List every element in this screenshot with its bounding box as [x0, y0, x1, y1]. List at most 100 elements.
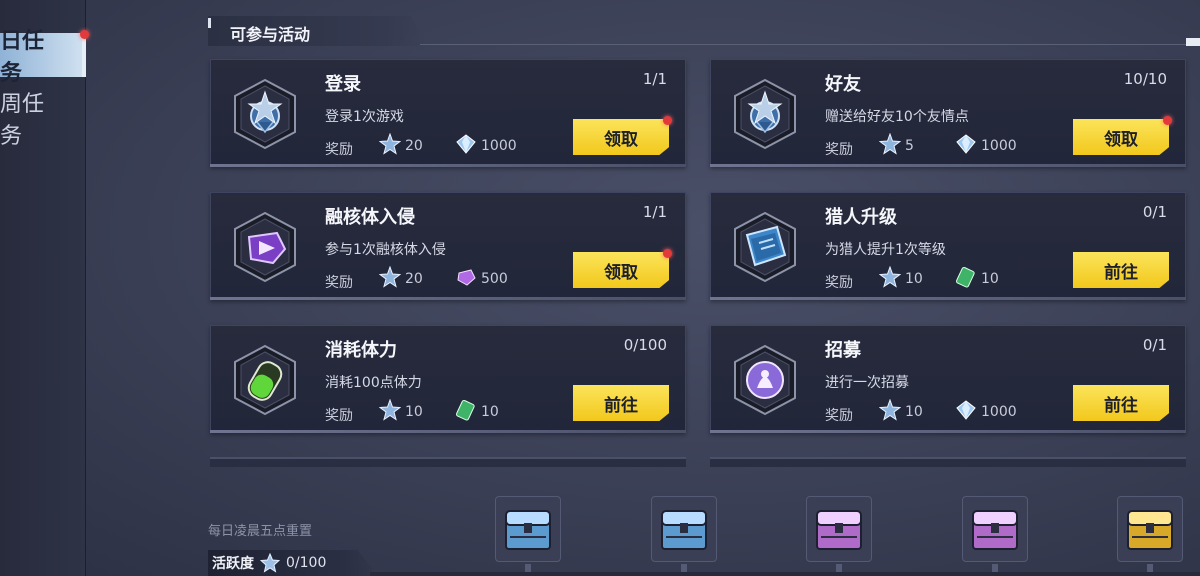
task-card-partial	[210, 457, 686, 467]
task-button-wrap: 领取	[573, 249, 672, 288]
chest-marker	[681, 564, 687, 572]
chest-icon	[816, 510, 862, 550]
header-accent	[208, 18, 211, 28]
task-button-label: 领取	[1104, 129, 1138, 150]
tab-weekly-label: 周任务	[0, 92, 45, 149]
task-button-wrap: 前往	[573, 385, 669, 421]
daily-notify-dot	[80, 30, 89, 39]
task-description: 消耗100点体力	[325, 375, 422, 391]
reward-activity-amount: 10	[905, 404, 923, 420]
claim-button[interactable]: 领取	[1073, 119, 1169, 155]
reward-chest[interactable]	[495, 496, 561, 562]
star-icon	[379, 399, 401, 425]
task-button-wrap: 领取	[573, 116, 672, 155]
task-name: 猎人升级	[825, 207, 897, 228]
header-divider	[420, 44, 1200, 45]
task-name: 消耗体力	[325, 340, 397, 361]
card-accent	[210, 430, 686, 433]
reward-activity: 5	[879, 133, 914, 159]
reward-item: 1000	[455, 134, 517, 158]
goto-button[interactable]: 前往	[573, 385, 669, 421]
task-card: 猎人升级 为猎人提升1次等级 0/1 奖励 10 10 前往	[710, 192, 1186, 300]
purple-gem-icon	[455, 266, 477, 292]
diamond-icon	[955, 399, 977, 425]
goto-button[interactable]: 前往	[1073, 385, 1169, 421]
reward-activity-amount: 20	[405, 271, 423, 287]
task-progress: 1/1	[642, 70, 667, 88]
tab-weekly-tasks[interactable]: 周任务	[0, 92, 86, 149]
tab-daily-tasks[interactable]: 日任务	[0, 29, 86, 86]
task-button-wrap: 前往	[1073, 385, 1169, 421]
task-progress: 0/100	[623, 336, 667, 354]
task-button-label: 领取	[604, 129, 638, 150]
card-accent	[210, 297, 686, 300]
reward-label: 奖励	[825, 408, 853, 424]
task-name: 登录	[325, 74, 361, 95]
reward-item-amount: 1000	[981, 138, 1017, 154]
medal-star-icon	[729, 78, 801, 150]
reward-item: 1000	[955, 400, 1017, 424]
claim-button[interactable]: 领取	[573, 119, 669, 155]
task-button-label: 前往	[604, 395, 638, 416]
task-progress: 1/1	[642, 203, 667, 221]
star-icon	[879, 399, 901, 425]
task-card: 招募 进行一次招募 0/1 奖励 10 1000 前往	[710, 325, 1186, 433]
claim-notify-dot	[663, 249, 672, 258]
reward-item-amount: 10	[981, 271, 999, 287]
reward-item: 1000	[955, 134, 1017, 158]
green-card-icon	[455, 399, 477, 425]
star-icon	[879, 266, 901, 292]
medal-star-icon	[229, 78, 301, 150]
star-icon	[379, 266, 401, 292]
task-card: 登录 登录1次游戏 1/1 奖励 20 1000 领取	[210, 59, 686, 167]
activity-bar: 活跃度 0/100	[208, 550, 378, 576]
star-icon	[379, 133, 401, 159]
reward-chest[interactable]	[1117, 496, 1183, 562]
reward-activity-amount: 20	[405, 138, 423, 154]
task-button-wrap: 领取	[1073, 116, 1172, 155]
task-name: 融核体入侵	[325, 207, 415, 228]
card-accent	[710, 430, 1186, 433]
reward-chest[interactable]	[962, 496, 1028, 562]
star-icon	[879, 133, 901, 159]
card-accent	[710, 164, 1186, 167]
chest-marker	[836, 564, 842, 572]
card-accent	[210, 164, 686, 167]
claim-button[interactable]: 领取	[573, 252, 669, 288]
reward-activity: 10	[879, 266, 923, 292]
reward-item-amount: 1000	[981, 404, 1017, 420]
task-description: 参与1次融核体入侵	[325, 242, 446, 258]
activity-progress-track	[370, 572, 1200, 576]
chest-icon	[661, 510, 707, 550]
diamond-icon	[955, 133, 977, 159]
reward-item: 10	[455, 399, 499, 425]
activity-value: 0/100	[286, 555, 327, 571]
task-description: 进行一次招募	[825, 375, 909, 391]
reward-label: 奖励	[825, 275, 853, 291]
sidebar: 日任务 周任务	[0, 0, 89, 576]
reward-label: 奖励	[825, 142, 853, 158]
reset-note: 每日凌晨五点重置	[208, 524, 313, 539]
goto-button[interactable]: 前往	[1073, 252, 1169, 288]
section-title: 可参与活动	[230, 25, 311, 44]
reward-activity-amount: 5	[905, 138, 914, 154]
reward-item-amount: 10	[481, 404, 499, 420]
reward-chest[interactable]	[651, 496, 717, 562]
reward-label: 奖励	[325, 408, 353, 424]
scroll-marker	[1186, 38, 1200, 46]
tab-daily-label: 日任务	[0, 29, 45, 86]
purple-crystal-icon	[229, 211, 301, 283]
green-card-icon	[955, 266, 977, 292]
task-description: 登录1次游戏	[325, 109, 404, 125]
reward-chest[interactable]	[806, 496, 872, 562]
card-accent	[710, 297, 1186, 300]
chest-icon	[505, 510, 551, 550]
chest-marker	[992, 564, 998, 572]
reward-item-amount: 500	[481, 271, 508, 287]
task-card: 消耗体力 消耗100点体力 0/100 奖励 10 10 前往	[210, 325, 686, 433]
chest-marker	[1147, 564, 1153, 572]
chest-marker	[525, 564, 531, 572]
reward-activity: 20	[379, 133, 423, 159]
reward-activity-amount: 10	[905, 271, 923, 287]
blue-book-icon	[729, 211, 801, 283]
